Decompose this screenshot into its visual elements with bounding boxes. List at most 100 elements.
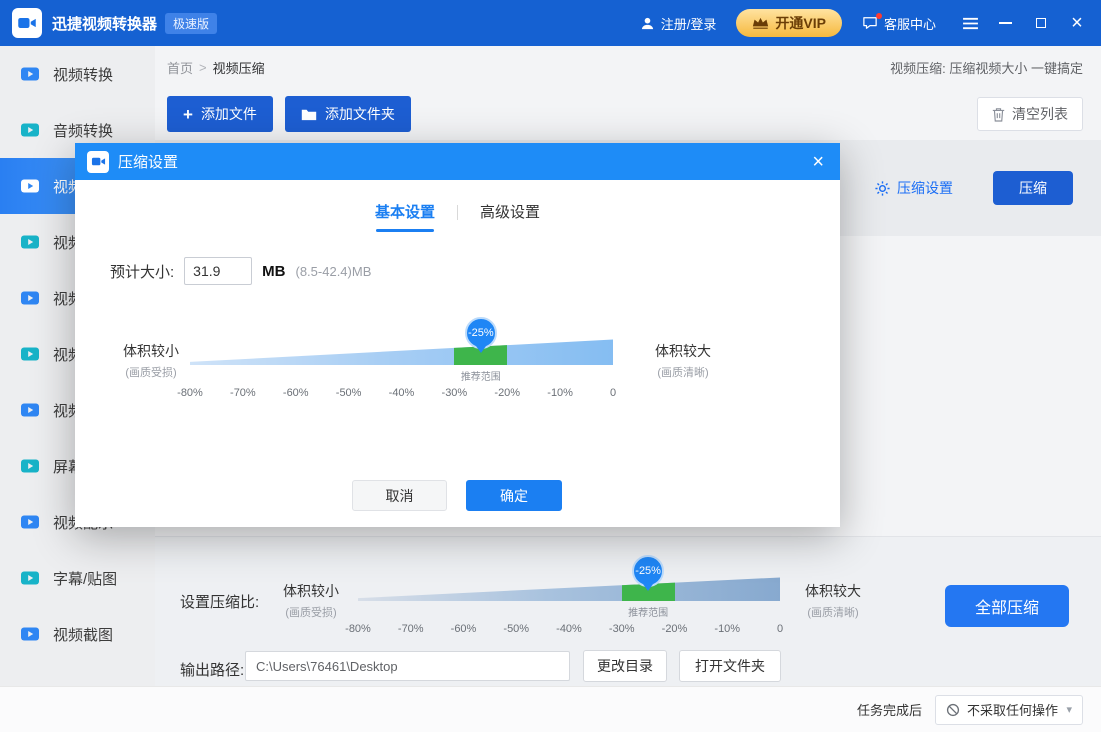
slider-pin[interactable]: -25% [465, 317, 497, 349]
plus-icon: + [183, 106, 193, 123]
bigger-size-label: 体积较大 [645, 341, 721, 361]
tab-advanced-settings[interactable]: 高级设置 [480, 201, 540, 232]
vip-button[interactable]: 开通VIP [736, 9, 842, 37]
trash-icon [992, 107, 1005, 122]
sidebar-item-subtitle-sticker[interactable]: 字幕/贴图 [0, 550, 155, 606]
tick-label: -60% [283, 387, 309, 399]
slider-left-label: 体积较小 (画质受损) [113, 341, 189, 380]
dialog-close-icon[interactable]: × [808, 150, 828, 174]
tick-label: -50% [503, 623, 529, 635]
slider-pin[interactable]: -25% [632, 555, 664, 587]
service-button[interactable]: 客服中心 [862, 14, 936, 33]
breadcrumb: 首页 > 视频压缩 [167, 58, 265, 77]
sidebar-item-label: 字幕/贴图 [53, 568, 117, 589]
video-split-icon [20, 232, 40, 252]
output-path-label: 输出路径: [180, 659, 244, 680]
tick-label: -80% [345, 623, 371, 635]
quality-clear-label: (画质清晰) [805, 604, 861, 620]
sidebar-item-label: 视频截图 [53, 624, 113, 645]
after-task-label: 任务完成后 [857, 700, 922, 719]
change-dir-button[interactable]: 更改目录 [583, 650, 667, 682]
slider-right-label: 体积较大 (画质清晰) [645, 341, 721, 380]
open-folder-button[interactable]: 打开文件夹 [679, 650, 781, 682]
dialog-app-icon [87, 151, 109, 173]
close-button[interactable]: × [1067, 13, 1087, 33]
quality-loss-label: (画质受损) [113, 364, 189, 380]
compress-all-button[interactable]: 全部压缩 [945, 585, 1069, 627]
breadcrumb-current: 视频压缩 [213, 58, 265, 77]
recommend-label: 推荐范围 [628, 604, 668, 619]
titlebar-left: 迅捷视频转换器 极速版 [12, 8, 217, 38]
no-action-icon [946, 703, 960, 717]
tick-label: 0 [777, 623, 783, 635]
cancel-button[interactable]: 取消 [352, 480, 447, 511]
estimated-size-row: 预计大小: MB (8.5-42.4)MB [110, 257, 371, 285]
tick-label: -80% [177, 387, 203, 399]
confirm-button[interactable]: 确定 [466, 480, 562, 511]
slider-track [358, 577, 780, 601]
tick-label: -30% [442, 387, 468, 399]
compress-button[interactable]: 压缩 [993, 171, 1073, 205]
add-folder-button[interactable]: 添加文件夹 [285, 96, 411, 132]
tick-label: -70% [230, 387, 256, 399]
maximize-button[interactable] [1031, 13, 1051, 33]
slider-right-label: 体积较大 (画质清晰) [805, 581, 861, 620]
smaller-size-label: 体积较小 [283, 581, 339, 601]
sidebar-item-label: 视频转换 [53, 64, 113, 85]
tick-label: 0 [610, 387, 616, 399]
add-file-button[interactable]: + 添加文件 [167, 96, 273, 132]
compression-slider[interactable]: -25% 推荐范围 -80%-70%-60%-50%-40%-30%-20%-1… [358, 577, 780, 601]
crown-icon [752, 17, 769, 29]
size-unit-label: MB [262, 263, 285, 280]
video-reverse-icon [20, 344, 40, 364]
app-logo-icon [12, 8, 42, 38]
sidebar-item-video-convert[interactable]: 视频转换 [0, 46, 155, 102]
menu-icon[interactable] [962, 17, 979, 30]
quality-clear-label: (画质清晰) [645, 364, 721, 380]
compress-settings-label: 压缩设置 [897, 178, 953, 198]
video-watermark-icon [20, 400, 40, 420]
dialog-title: 压缩设置 [118, 151, 178, 172]
estimated-size-label: 预计大小: [110, 261, 174, 282]
login-button[interactable]: 注册/登录 [640, 14, 717, 33]
tab-separator [457, 205, 458, 220]
user-icon [640, 16, 655, 31]
slider-ticks: -80%-70%-60%-50%-40%-30%-20%-10%0 [358, 623, 780, 635]
sidebar-item-video-screenshot[interactable]: 视频截图 [0, 606, 155, 662]
output-path-input[interactable] [245, 651, 570, 681]
gear-icon [874, 180, 891, 197]
titlebar-right: 注册/登录 开通VIP 客服中心 × [640, 9, 1087, 37]
service-label: 客服中心 [884, 14, 936, 33]
recommend-label: 推荐范围 [461, 368, 501, 383]
clear-list-button[interactable]: 清空列表 [977, 97, 1083, 131]
tick-label: -20% [662, 623, 688, 635]
size-range-hint: (8.5-42.4)MB [296, 264, 372, 279]
dialog-tabs: 基本设置 高级设置 [75, 201, 840, 232]
breadcrumb-separator: > [199, 60, 207, 75]
slider-left-label: 体积较小 (画质受损) [283, 581, 339, 620]
screen-record-icon [20, 456, 40, 476]
tab-basic-settings[interactable]: 基本设置 [375, 201, 435, 232]
compression-slider[interactable]: -25% 推荐范围 -80%-70%-60%-50%-40%-30%-20%-1… [190, 339, 613, 365]
page-tagline: 视频压缩: 压缩视频大小 一键搞定 [890, 58, 1083, 77]
folder-icon [301, 108, 317, 121]
estimated-size-input[interactable] [184, 257, 252, 285]
vip-label: 开通VIP [775, 13, 826, 33]
dialog-header: 压缩设置 × [75, 143, 840, 180]
add-file-label: 添加文件 [201, 104, 257, 124]
statusbar: 任务完成后 不采取任何操作 ▾ [0, 686, 1101, 732]
tick-label: -30% [609, 623, 635, 635]
minimize-button[interactable] [995, 13, 1015, 33]
tick-label: -40% [389, 387, 415, 399]
compress-settings-dialog: 压缩设置 × 基本设置 高级设置 预计大小: MB (8.5-42.4)MB 体… [75, 143, 840, 527]
audio-convert-icon [20, 120, 40, 140]
bottom-settings-panel: 设置压缩比: 体积较小 (画质受损) -25% 推荐范围 -80%-70%-60… [155, 536, 1101, 686]
compress-settings-link[interactable]: 压缩设置 [874, 178, 953, 198]
clear-list-label: 清空列表 [1012, 104, 1068, 124]
login-label: 注册/登录 [661, 14, 717, 33]
slider-track [190, 339, 613, 365]
breadcrumb-home[interactable]: 首页 [167, 58, 193, 77]
after-task-dropdown[interactable]: 不采取任何操作 ▾ [935, 695, 1083, 725]
after-task-value: 不采取任何操作 [967, 700, 1058, 719]
tick-label: -60% [451, 623, 477, 635]
